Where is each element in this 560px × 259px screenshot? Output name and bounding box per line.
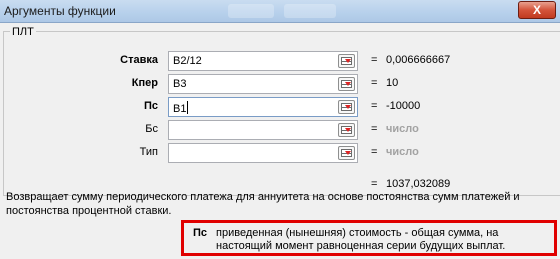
rate-input[interactable]: B2/12 (168, 51, 358, 71)
argument-result: число (386, 123, 419, 135)
collapse-dialog-button[interactable] (338, 146, 355, 160)
type-input[interactable] (168, 143, 358, 163)
argument-label: Ставка (120, 54, 158, 66)
pv-value: B1 (173, 103, 187, 115)
fv-input[interactable] (168, 120, 358, 140)
equals-sign: = (371, 54, 378, 66)
formula-result: 1037,032089 (386, 178, 451, 190)
argument-row-rate: Ставка B2/12 = 0,006666667 (0, 51, 560, 71)
equals-sign: = (371, 123, 378, 135)
arrow-icon (345, 151, 351, 155)
argument-row-nper: Кпер B3 = 10 (0, 74, 560, 94)
close-button[interactable]: X (518, 1, 556, 19)
hint-argument-description: приведенная (нынешняя) стоимость - общая… (216, 227, 506, 252)
equals-sign: = (371, 178, 378, 190)
function-description: Возвращает сумму периодического платежа … (6, 191, 520, 217)
collapse-dialog-button[interactable] (338, 54, 355, 68)
collapse-dialog-button[interactable] (338, 123, 355, 137)
equals-sign: = (371, 100, 378, 112)
argument-label: Бс (145, 123, 158, 135)
background-tab-ghost (228, 4, 274, 18)
arrow-icon (345, 128, 351, 132)
equals-sign: = (371, 77, 378, 89)
function-name: ПЛТ (10, 26, 36, 38)
nper-value: B3 (173, 78, 187, 90)
arrow-icon (345, 82, 351, 86)
argument-result: 0,006666667 (386, 54, 451, 66)
argument-result: 10 (386, 77, 399, 89)
argument-result: -10000 (386, 100, 421, 112)
hint-argument-name: Пс (193, 227, 208, 239)
nper-input[interactable]: B3 (168, 74, 358, 94)
title-bar: Аргументы функции X (0, 0, 560, 23)
argument-row-pv: Пс B1 = -10000 (0, 97, 560, 117)
argument-hint-box: Пс приведенная (нынешняя) стоимость - об… (181, 220, 557, 256)
argument-label: Тип (139, 146, 158, 158)
background-tab-ghost (284, 4, 336, 18)
text-caret (187, 101, 189, 114)
collapse-dialog-button[interactable] (338, 100, 355, 114)
collapse-dialog-button[interactable] (338, 77, 355, 91)
rate-value: B2/12 (173, 55, 202, 67)
equals-sign: = (371, 146, 378, 158)
argument-row-fv: Бс = число (0, 120, 560, 140)
argument-result: число (386, 146, 419, 158)
argument-label: Кпер (131, 77, 158, 89)
window-title: Аргументы функции (4, 4, 116, 18)
arrow-icon (345, 59, 351, 63)
arrow-icon (345, 105, 351, 109)
pv-value-wrap: B1 (173, 101, 189, 115)
pv-input[interactable]: B1 (168, 97, 358, 117)
argument-label: Пс (143, 100, 158, 112)
argument-row-type: Тип = число (0, 143, 560, 163)
